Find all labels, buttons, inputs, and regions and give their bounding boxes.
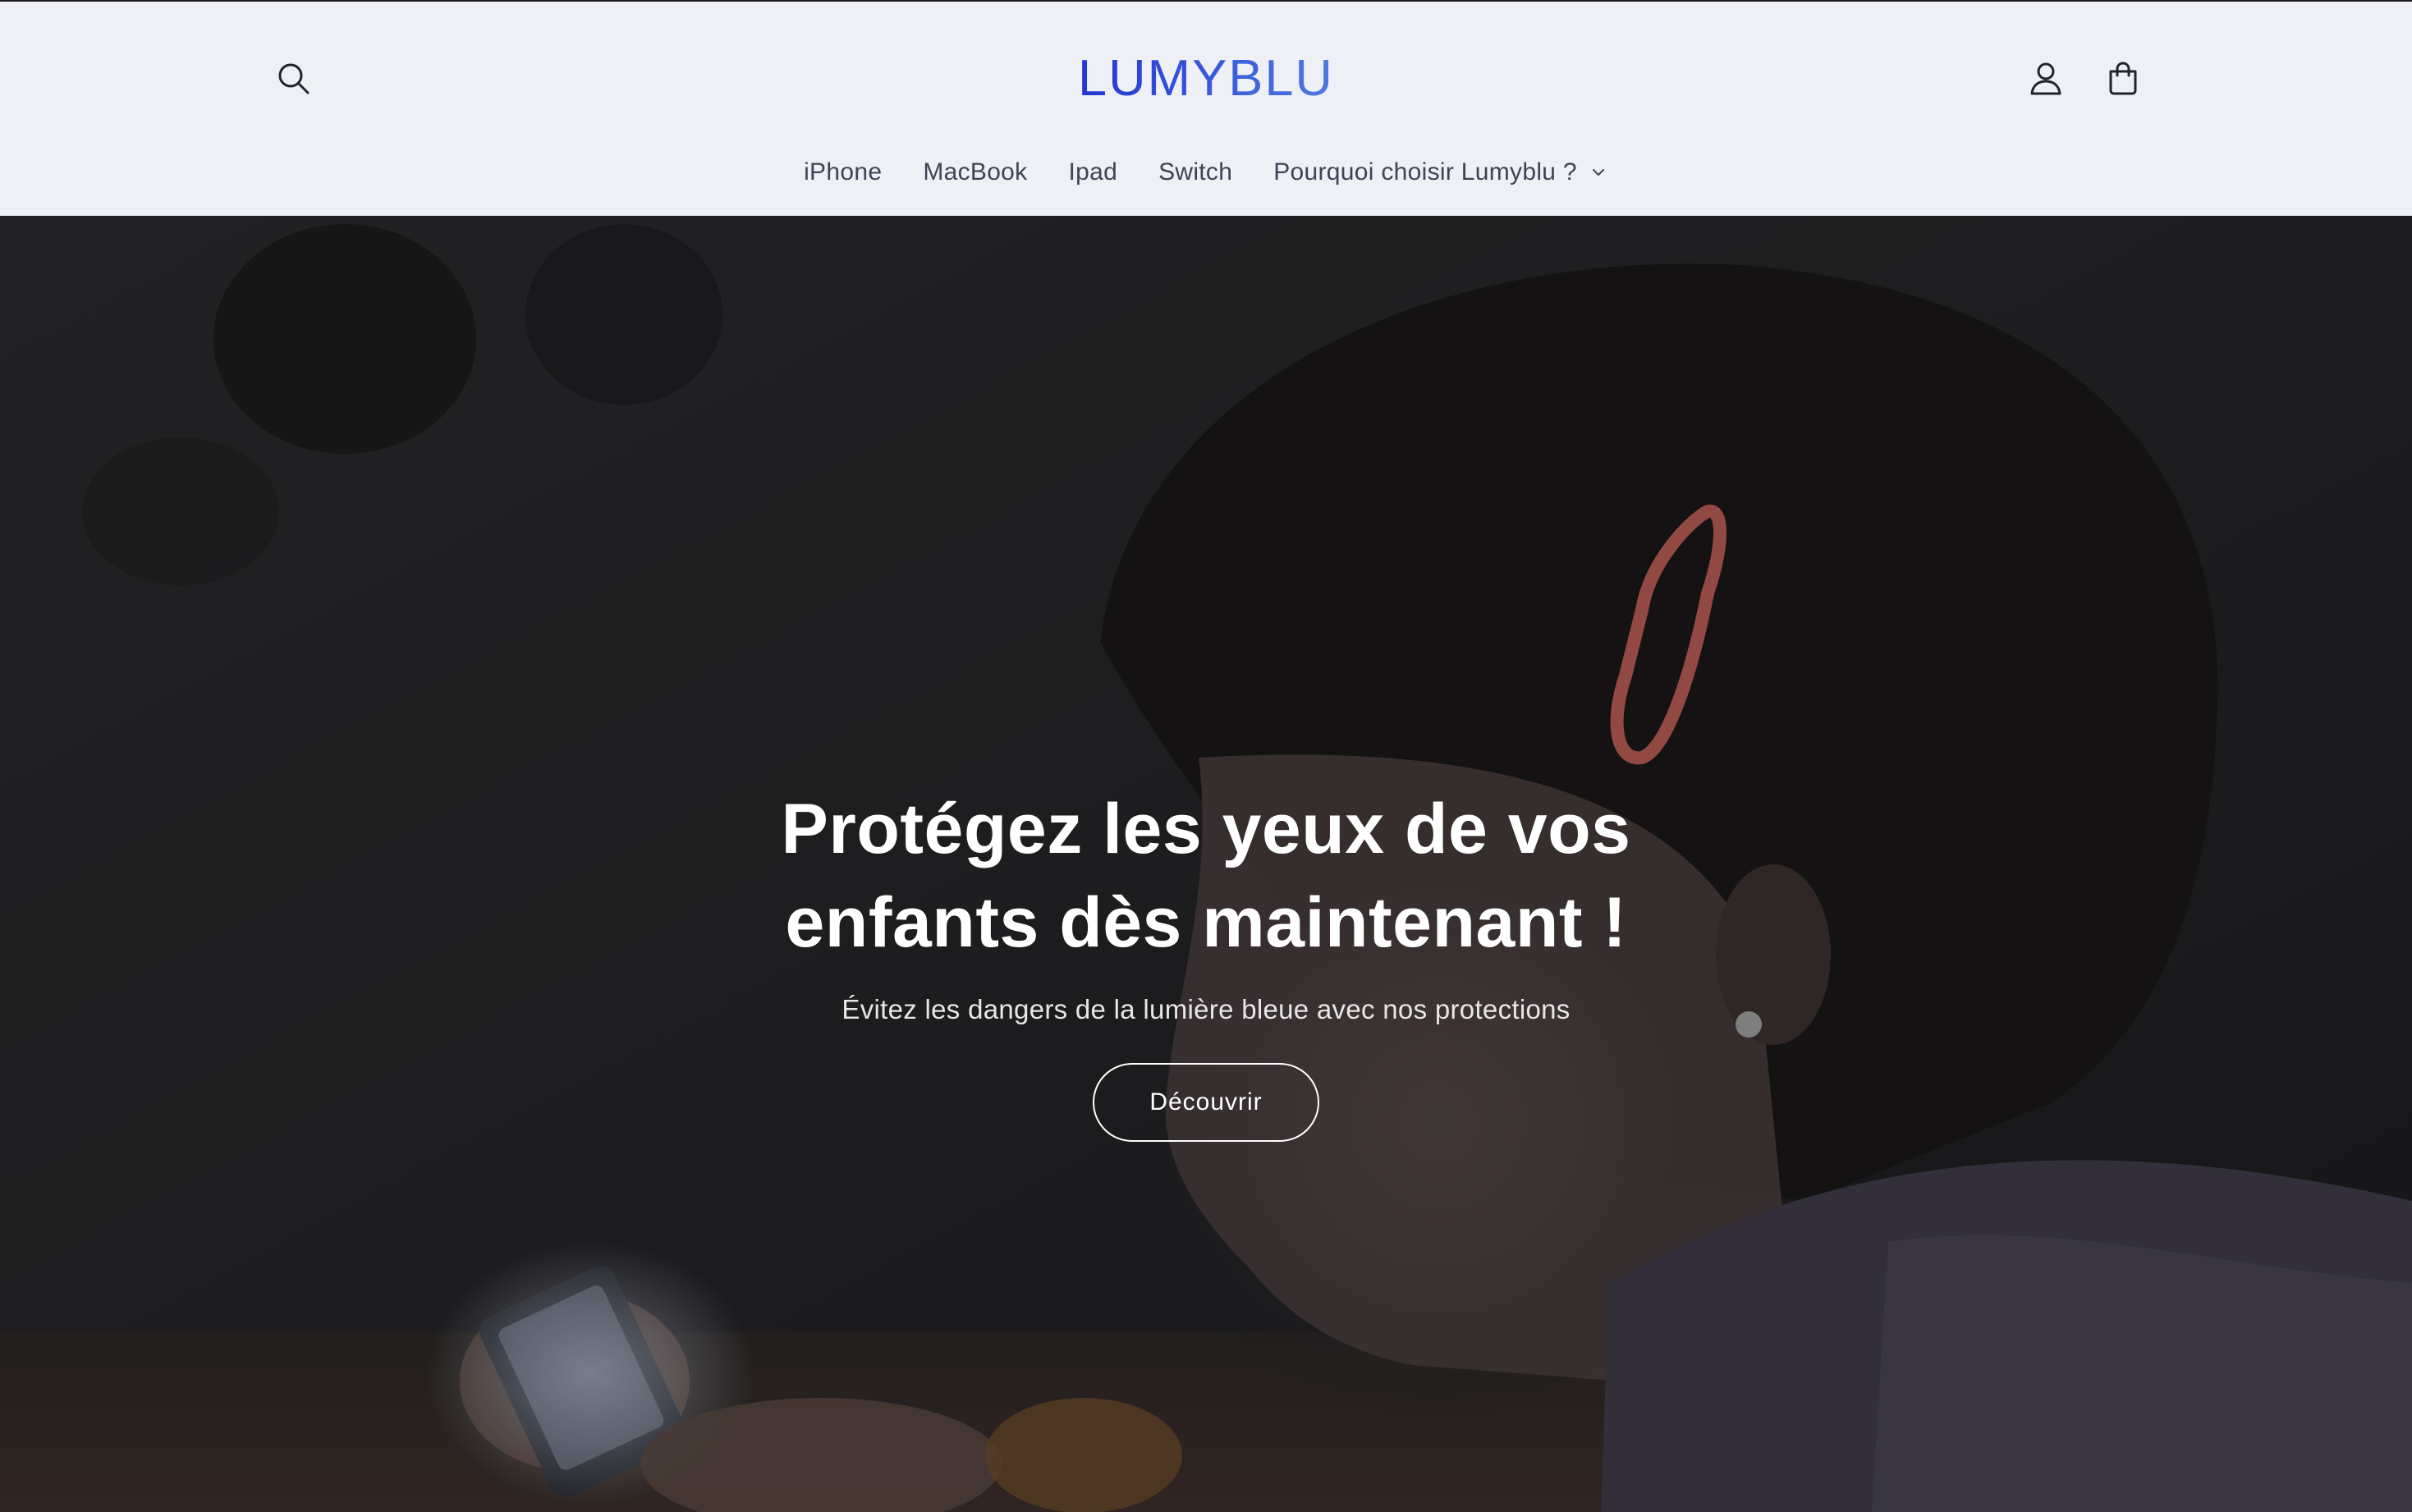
hero-banner: Protégez les yeux de vos enfants dès mai…	[0, 216, 2412, 1512]
nav-item-iphone[interactable]: iPhone	[783, 158, 902, 186]
shopping-bag-icon	[2109, 62, 2137, 95]
hero-title-line1: Protégez les yeux de vos	[781, 790, 1631, 868]
hero-content: Protégez les yeux de vos enfants dès mai…	[631, 782, 1781, 1142]
user-icon	[2030, 62, 2061, 95]
account-button[interactable]	[2016, 49, 2075, 108]
nav-item-label: Pourquoi choisir Lumyblu ?	[1273, 158, 1577, 186]
discover-button[interactable]: Découvrir	[1093, 1063, 1319, 1142]
main-nav: iPhone MacBook Ipad Switch Pourquoi choi…	[0, 149, 2412, 195]
site-header: LUMYBLU iPhone MacBook Ipad Switch Pourq…	[0, 2, 2412, 216]
nav-item-macbook[interactable]: MacBook	[902, 158, 1048, 186]
cart-button[interactable]	[2093, 49, 2153, 108]
nav-item-pourquoi[interactable]: Pourquoi choisir Lumyblu ?	[1253, 158, 1629, 186]
hero-title: Protégez les yeux de vos enfants dès mai…	[631, 782, 1781, 969]
chevron-down-icon	[1592, 169, 1604, 176]
logo: LUMYBLU	[1078, 54, 1334, 107]
hero-title-line2: enfants dès maintenant !	[785, 883, 1627, 962]
hero-subtitle: Évitez les dangers de la lumière bleue a…	[841, 994, 1571, 1024]
logo-text: LUMYBLU	[1078, 54, 1334, 107]
nav-item-label: Switch	[1158, 158, 1233, 186]
search-icon	[278, 63, 310, 94]
nav-item-label: Ipad	[1068, 158, 1118, 186]
nav-item-label: iPhone	[804, 158, 883, 186]
nav-item-switch[interactable]: Switch	[1138, 158, 1253, 186]
nav-item-ipad[interactable]: Ipad	[1048, 158, 1138, 186]
nav-item-label: MacBook	[923, 158, 1028, 186]
search-button[interactable]	[264, 49, 323, 108]
logo-link[interactable]: LUMYBLU	[1042, 48, 1370, 113]
